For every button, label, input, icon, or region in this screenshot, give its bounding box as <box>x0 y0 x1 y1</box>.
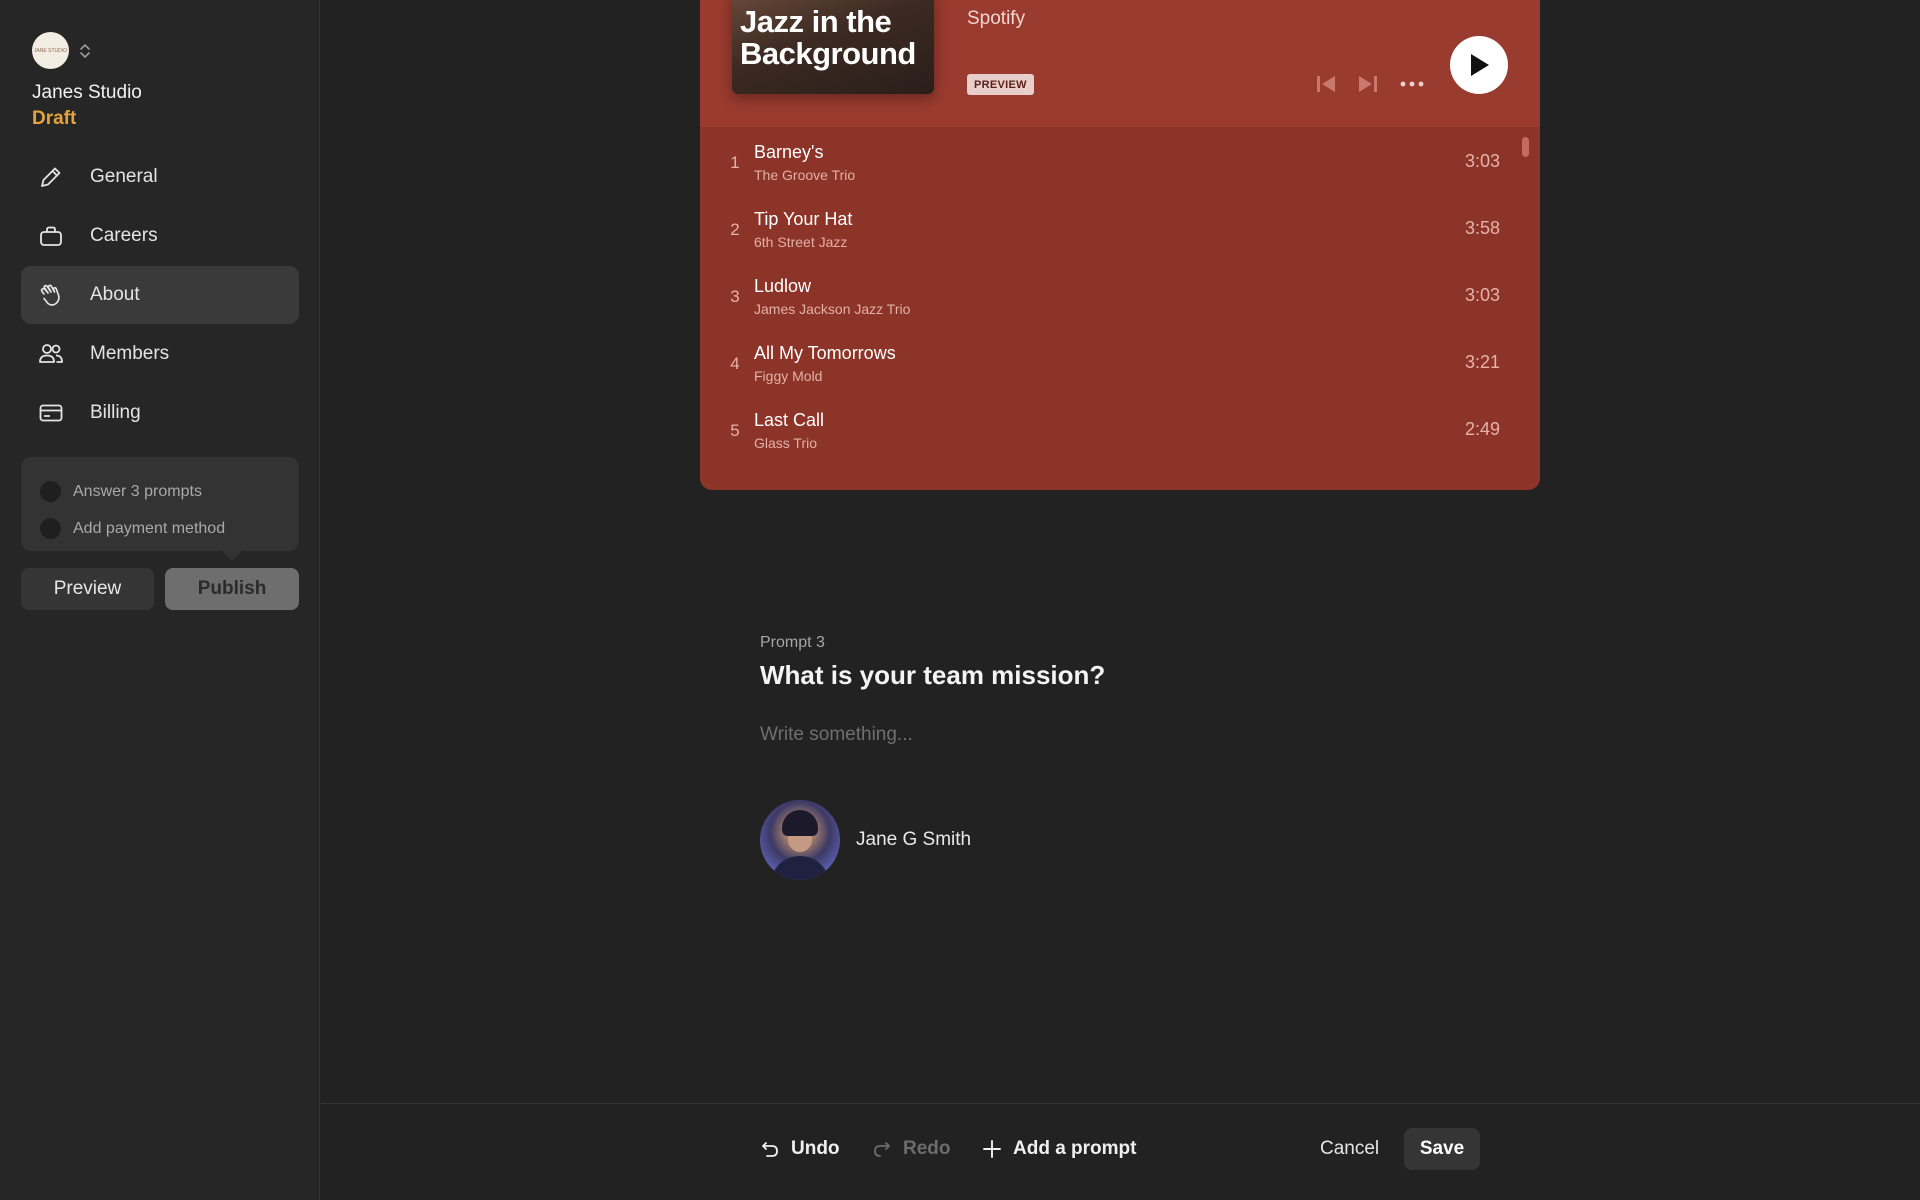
add-prompt-button[interactable]: Add a prompt <box>981 1128 1137 1170</box>
studio-switcher[interactable]: JANE STUDIO <box>32 32 91 69</box>
save-button[interactable]: Save <box>1404 1128 1480 1170</box>
track-number: 1 <box>730 153 740 172</box>
publish-button[interactable]: Publish <box>165 568 299 610</box>
play-button[interactable] <box>1450 36 1508 94</box>
sidebar-nav: General Careers About Members Billing <box>21 148 299 443</box>
sidebar-item-label: General <box>90 166 158 187</box>
chevron-up-down-icon <box>80 43 90 58</box>
cancel-button[interactable]: Cancel <box>1320 1128 1379 1170</box>
track-artist: 6th Street Jazz <box>754 234 848 250</box>
track-duration: 3:21 <box>1464 352 1500 372</box>
sidebar-item-label: Billing <box>90 402 141 423</box>
credit-card-icon <box>37 399 65 427</box>
track-artist: Glass Trio <box>754 435 818 451</box>
pencil-icon <box>37 163 65 191</box>
sidebar-item-label: Members <box>90 343 170 364</box>
preview-badge: PREVIEW <box>967 74 1034 95</box>
track-duration: 2:49 <box>1464 419 1500 439</box>
skip-back-icon[interactable] <box>1314 72 1338 96</box>
track-row[interactable]: 5 Last Call Glass Trio 2:49 <box>700 395 1540 462</box>
track-artist: The Groove Trio <box>754 167 856 183</box>
playlist-provider: Spotify <box>967 8 1026 29</box>
track-duration: 3:58 <box>1464 218 1500 238</box>
undo-button[interactable]: Undo <box>759 1128 840 1170</box>
track-title: All My Tomorrows <box>754 343 896 363</box>
spotify-playlist-embed: Jazz in the Background Spotify PREVIEW 1… <box>700 0 1540 490</box>
track-list: 1 Barney's The Groove Trio 3:03 2 Tip Yo… <box>700 127 1540 462</box>
waving-hand-icon <box>37 281 65 309</box>
sidebar: JANE STUDIO Janes Studio Draft General C… <box>0 0 320 1200</box>
more-options-icon[interactable] <box>1400 72 1424 96</box>
checklist-item-label: Answer 3 prompts <box>73 482 202 500</box>
prompt-author[interactable]: Jane G Smith <box>760 800 971 880</box>
play-icon <box>1471 54 1489 76</box>
sidebar-item-about[interactable]: About <box>21 266 299 324</box>
cover-title: Jazz in the Background <box>740 4 916 71</box>
prompt-question: What is your team mission? <box>760 660 1106 690</box>
track-number: 5 <box>730 421 740 440</box>
prompt-label: Prompt 3 <box>760 634 825 651</box>
preview-button[interactable]: Preview <box>21 568 154 610</box>
track-title: Barney's <box>754 142 824 162</box>
track-list-scrollbar[interactable] <box>1522 137 1529 157</box>
checklist-pointer <box>222 551 242 561</box>
playlist-header: Jazz in the Background Spotify PREVIEW <box>700 0 1540 127</box>
publish-checklist: Answer 3 prompts Add payment method <box>21 457 299 551</box>
skip-forward-icon[interactable] <box>1356 72 1380 96</box>
redo-label: Redo <box>903 1138 951 1159</box>
author-name: Jane G Smith <box>856 829 972 850</box>
track-number: 2 <box>730 220 740 239</box>
undo-label: Undo <box>791 1138 840 1159</box>
avatar <box>760 800 840 880</box>
studio-name: Janes Studio <box>32 82 142 103</box>
briefcase-icon <box>37 222 65 250</box>
sidebar-item-label: Careers <box>90 225 158 246</box>
checklist-status-dot <box>40 518 61 539</box>
track-artist: James Jackson Jazz Trio <box>754 301 911 317</box>
editor-toolbar: Undo Redo Add a prompt Cancel Save <box>321 1103 1920 1200</box>
track-duration: 3:03 <box>1464 151 1500 171</box>
checklist-status-dot <box>40 481 61 502</box>
undo-icon <box>759 1138 781 1160</box>
track-row[interactable]: 3 Ludlow James Jackson Jazz Trio 3:03 <box>700 261 1540 328</box>
track-title: Tip Your Hat <box>754 209 853 229</box>
sidebar-item-careers[interactable]: Careers <box>21 207 299 265</box>
prompt-answer-input[interactable] <box>760 720 1460 750</box>
users-icon <box>37 340 65 368</box>
playlist-cover[interactable]: Jazz in the Background <box>732 0 934 94</box>
track-row[interactable]: 2 Tip Your Hat 6th Street Jazz 3:58 <box>700 194 1540 261</box>
checklist-item: Add payment method <box>40 510 299 547</box>
sidebar-item-general[interactable]: General <box>21 148 299 206</box>
logo-text: JANE STUDIO <box>33 47 68 54</box>
sidebar-item-members[interactable]: Members <box>21 325 299 383</box>
redo-button[interactable]: Redo <box>871 1128 951 1170</box>
checklist-item: Answer 3 prompts <box>40 473 299 510</box>
track-number: 3 <box>730 287 740 306</box>
studio-status: Draft <box>32 108 77 129</box>
track-row[interactable]: 4 All My Tomorrows Figgy Mold 3:21 <box>700 328 1540 395</box>
add-prompt-label: Add a prompt <box>1013 1138 1137 1159</box>
studio-logo: JANE STUDIO <box>32 32 69 69</box>
redo-icon <box>871 1138 893 1160</box>
sidebar-item-label: About <box>90 284 140 305</box>
track-duration: 3:03 <box>1464 285 1500 305</box>
track-title: Ludlow <box>754 276 812 296</box>
track-row[interactable]: 1 Barney's The Groove Trio 3:03 <box>700 127 1540 194</box>
sidebar-item-billing[interactable]: Billing <box>21 384 299 442</box>
checklist-item-label: Add payment method <box>73 519 226 537</box>
track-artist: Figgy Mold <box>754 368 823 384</box>
plus-icon <box>981 1138 1003 1160</box>
track-title: Last Call <box>754 410 825 430</box>
track-number: 4 <box>730 354 740 373</box>
